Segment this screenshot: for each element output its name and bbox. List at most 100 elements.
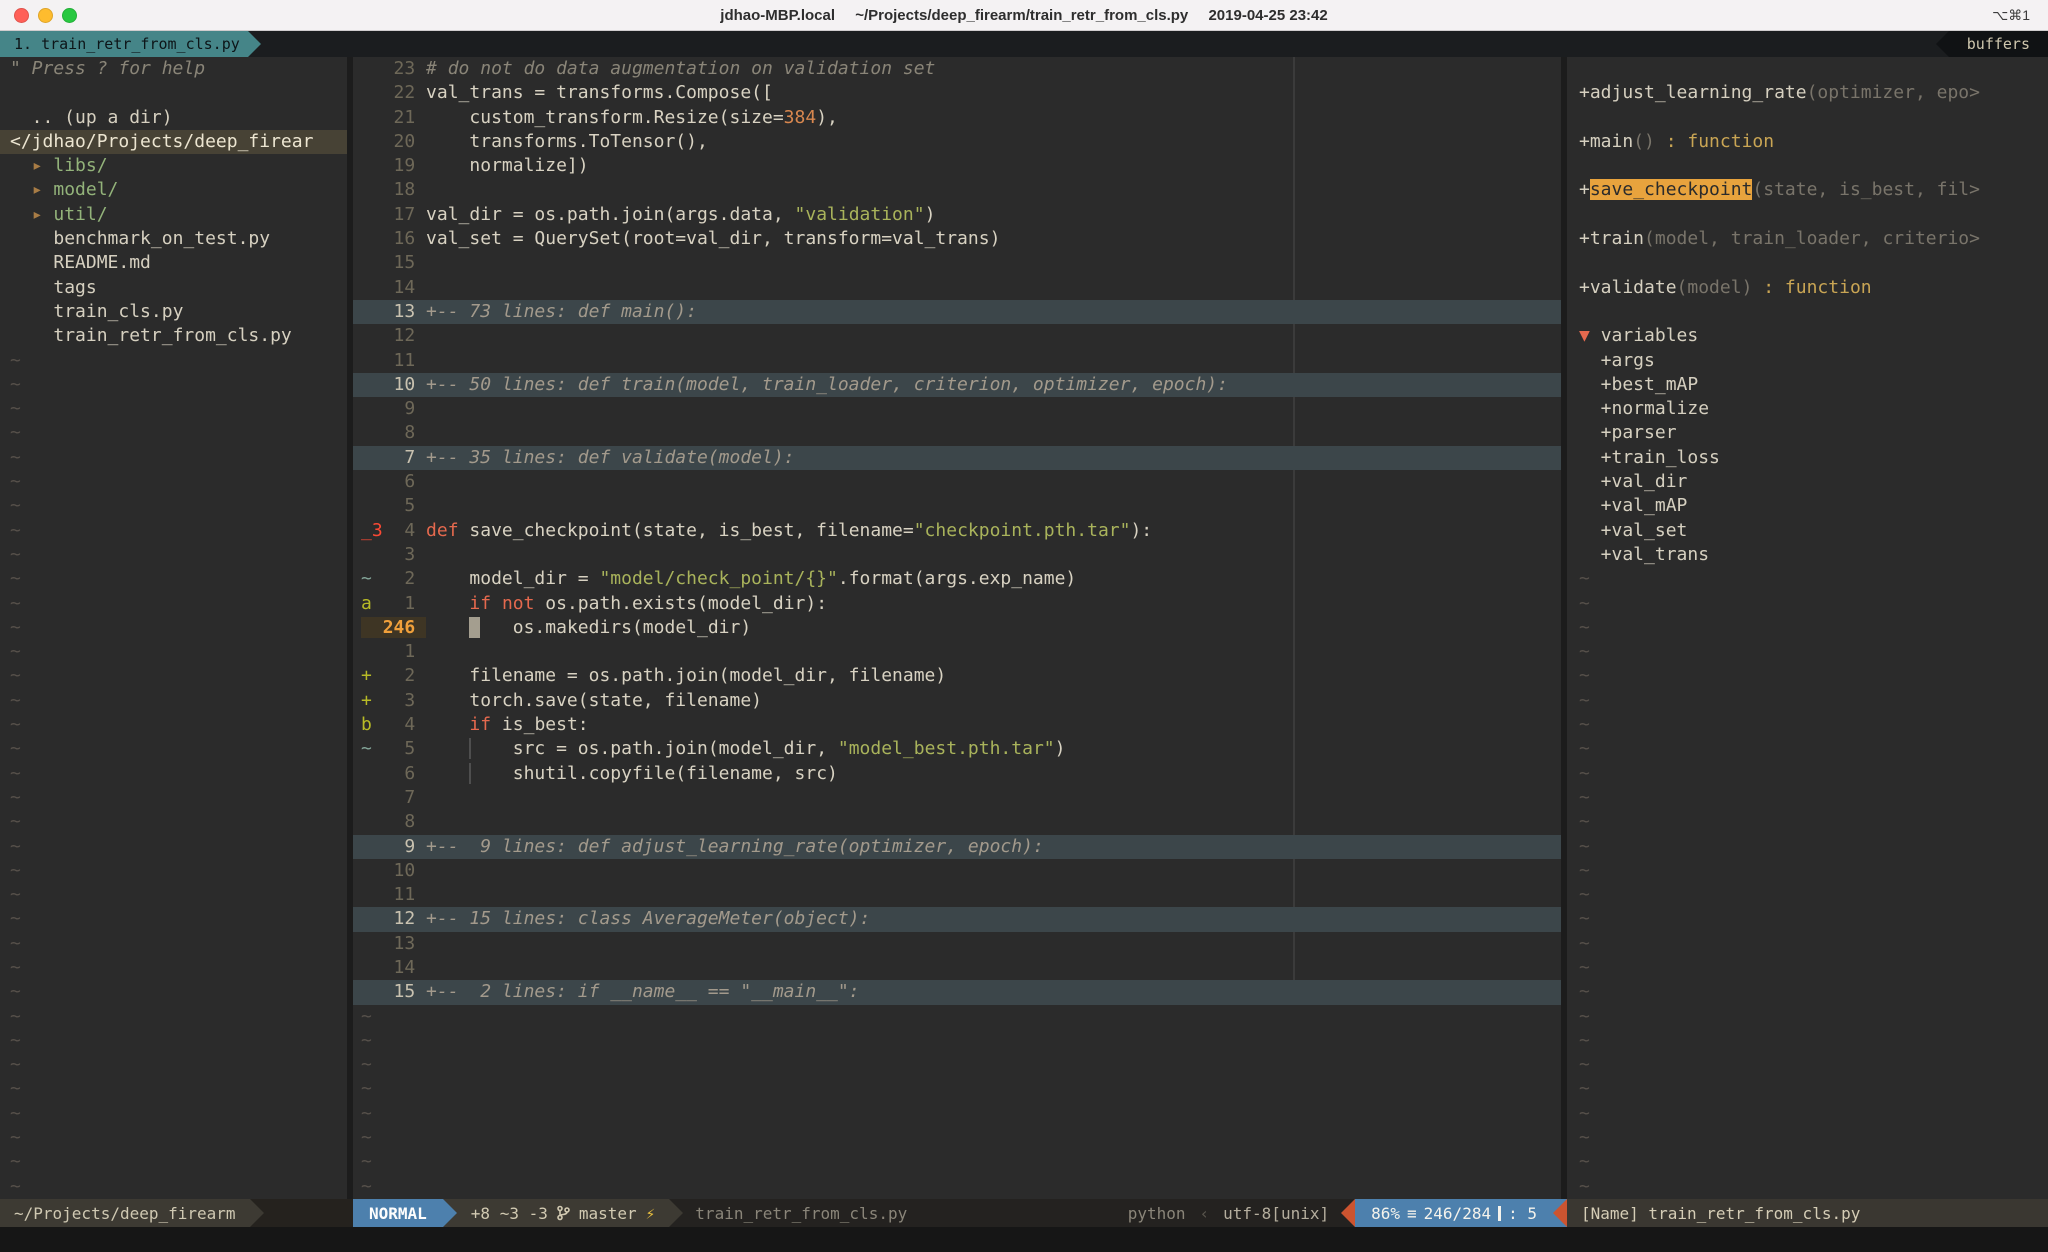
line-def-save-checkpoint[interactable]: _3 4 def save_checkpoint(state, is_best,…	[353, 519, 1561, 543]
tag-kind-variables[interactable]: ▼ variables	[1567, 324, 2048, 348]
tilde-marker: ~	[10, 1103, 21, 1124]
tagbar-row[interactable]	[1567, 203, 2048, 227]
editor-row[interactable]: ~ 2 model_dir = "model/check_point/{}".f…	[353, 567, 1561, 591]
tag-var-train-loss[interactable]: +train_loss	[1567, 446, 2048, 470]
fold-main-guard[interactable]: 15 +-- 2 lines: if __name__ == "__main__…	[353, 980, 1561, 1004]
nerdtree-file-readme[interactable]: README.md	[0, 251, 347, 275]
editor-row[interactable]: 22 val_trans = transforms.Compose([	[353, 81, 1561, 105]
tagbar-row[interactable]	[1567, 106, 2048, 130]
token-tag: +val_set	[1579, 520, 1687, 541]
editor-row[interactable]: a 1 if not os.path.exists(model_dir):	[353, 592, 1561, 616]
tagbar-row: ~	[1567, 1053, 2048, 1077]
editor-row[interactable]: 17 val_dir = os.path.join(args.data, "va…	[353, 203, 1561, 227]
tag-save-checkpoint[interactable]: +save_checkpoint(state, is_best, fil>	[1567, 178, 2048, 202]
tag-var-normalize[interactable]: +normalize	[1567, 397, 2048, 421]
tilde-marker: ~	[10, 690, 21, 711]
fold-adjust-learning-rate[interactable]: 9 +-- 9 lines: def adjust_learning_rate(…	[353, 835, 1561, 859]
editor-row[interactable]: 11	[353, 349, 1561, 373]
tag-validate[interactable]: +validate(model) : function	[1567, 276, 2048, 300]
nerdtree-dir-libs[interactable]: ▸ libs/	[0, 154, 347, 178]
fold-average-meter[interactable]: 12 +-- 15 lines: class AverageMeter(obje…	[353, 907, 1561, 931]
nerdtree-dir-util[interactable]: ▸ util/	[0, 203, 347, 227]
editor-row[interactable]: 13	[353, 932, 1561, 956]
editor-row[interactable]: 8	[353, 421, 1561, 445]
editor-row[interactable]: 11	[353, 883, 1561, 907]
editor-row[interactable]: 14	[353, 276, 1561, 300]
tag-adjust-learning-rate[interactable]: +adjust_learning_rate(optimizer, epo>	[1567, 81, 2048, 105]
tagbar-row[interactable]	[1567, 154, 2048, 178]
tagbar-row: ~	[1567, 664, 2048, 688]
editor-row[interactable]: 20 transforms.ToTensor(),	[353, 130, 1561, 154]
tag-var-parser[interactable]: +parser	[1567, 421, 2048, 445]
tag-var-val-dir[interactable]: +val_dir	[1567, 470, 2048, 494]
vim-windows: " Press ? for help .. (up a dir)</jdhao/…	[0, 57, 2048, 1199]
editor-row[interactable]: 6 shutil.copyfile(filename, src)	[353, 762, 1561, 786]
traffic-lights	[14, 8, 77, 23]
nerdtree-file-benchmark[interactable]: benchmark_on_test.py	[0, 227, 347, 251]
tag-var-val-trans[interactable]: +val_trans	[1567, 543, 2048, 567]
nerdtree-row: ~	[0, 664, 347, 688]
editor-row[interactable]: 16 val_set = QuerySet(root=val_dir, tran…	[353, 227, 1561, 251]
token-dir: libs/	[53, 155, 107, 176]
nerdtree-file-train-retr[interactable]: train_retr_from_cls.py	[0, 324, 347, 348]
editor-row[interactable]: 8	[353, 810, 1561, 834]
editor-row[interactable]: 7	[353, 786, 1561, 810]
tagbar-row[interactable]	[1567, 57, 2048, 81]
editor-row[interactable]: 5	[353, 494, 1561, 518]
editor-row[interactable]: 14	[353, 956, 1561, 980]
tag-main[interactable]: +main() : function	[1567, 130, 2048, 154]
nerdtree-file-train-cls[interactable]: train_cls.py	[0, 300, 347, 324]
command-line[interactable]	[0, 1227, 2048, 1252]
editor-row[interactable]: 23 # do not do data augmentation on vali…	[353, 57, 1561, 81]
nerdtree-dir-model[interactable]: ▸ model/	[0, 178, 347, 202]
editor-row[interactable]: 6	[353, 470, 1561, 494]
nerdtree-root[interactable]: </jdhao/Projects/deep_firear	[0, 130, 347, 154]
nerdtree-help[interactable]: " Press ? for help	[0, 57, 347, 81]
tilde-marker: ~	[10, 981, 21, 1002]
tag-train[interactable]: +train(model, train_loader, criterio>	[1567, 227, 2048, 251]
editor-row[interactable]: ~ 5 src = os.path.join(model_dir, "model…	[353, 737, 1561, 761]
editor-row[interactable]: 9	[353, 397, 1561, 421]
nerdtree-file-tags[interactable]: tags	[0, 276, 347, 300]
token-kw: def	[426, 520, 459, 541]
token-foldtext: +-- 73 lines: def main():	[426, 301, 697, 322]
nerdtree-updir[interactable]: .. (up a dir)	[0, 106, 347, 130]
editor-row[interactable]: 21 custom_transform.Resize(size=384),	[353, 106, 1561, 130]
tag-var-best-map[interactable]: +best_mAP	[1567, 373, 2048, 397]
token-tsig: ()	[1633, 131, 1655, 152]
editor-row[interactable]: 15	[353, 251, 1561, 275]
minimize-button[interactable]	[38, 8, 53, 23]
zoom-button[interactable]	[62, 8, 77, 23]
editor-row[interactable]: b 4 if is_best:	[353, 713, 1561, 737]
tag-var-val-map[interactable]: +val_mAP	[1567, 494, 2048, 518]
tilde-marker: ~	[1579, 641, 1590, 662]
close-button[interactable]	[14, 8, 29, 23]
tagbar-row: ~	[1567, 1175, 2048, 1199]
nerdtree-row[interactable]	[0, 81, 347, 105]
token-lnfold: 7	[383, 447, 426, 468]
token-kw: not	[502, 593, 535, 614]
tag-var-val-set[interactable]: +val_set	[1567, 519, 2048, 543]
tagbar-row[interactable]	[1567, 251, 2048, 275]
editor-row[interactable]: 12	[353, 324, 1561, 348]
powerline-arrow	[1936, 31, 1949, 57]
powerline-arrow	[1553, 1199, 1567, 1227]
keyboard-shortcut-icon[interactable]: ⌥⌘1	[1992, 7, 2030, 24]
editor-row[interactable]: 19 normalize])	[353, 154, 1561, 178]
editor-row[interactable]: 1	[353, 640, 1561, 664]
editor-row[interactable]: 18	[353, 178, 1561, 202]
fold-main[interactable]: 13 +-- 73 lines: def main():	[353, 300, 1561, 324]
editor-row[interactable]: + 2 filename = os.path.join(model_dir, f…	[353, 664, 1561, 688]
editor-row[interactable]: 3	[353, 543, 1561, 567]
tag-var-args[interactable]: +args	[1567, 349, 2048, 373]
token-p	[361, 252, 383, 273]
editor-row[interactable]: + 3 torch.save(state, filename)	[353, 689, 1561, 713]
tilde-marker: ~	[10, 1151, 21, 1172]
fold-train[interactable]: 10 +-- 50 lines: def train(model, train_…	[353, 373, 1561, 397]
tilde-marker: ~	[361, 1127, 372, 1148]
fold-validate[interactable]: 7 +-- 35 lines: def validate(model):	[353, 446, 1561, 470]
editor-row[interactable]: 10	[353, 859, 1561, 883]
cursor-line[interactable]: 246 os.makedirs(model_dir)	[353, 616, 1561, 640]
tab-train-retr-from-cls[interactable]: 1. train_retr_from_cls.py	[0, 31, 248, 57]
tagbar-row[interactable]	[1567, 300, 2048, 324]
